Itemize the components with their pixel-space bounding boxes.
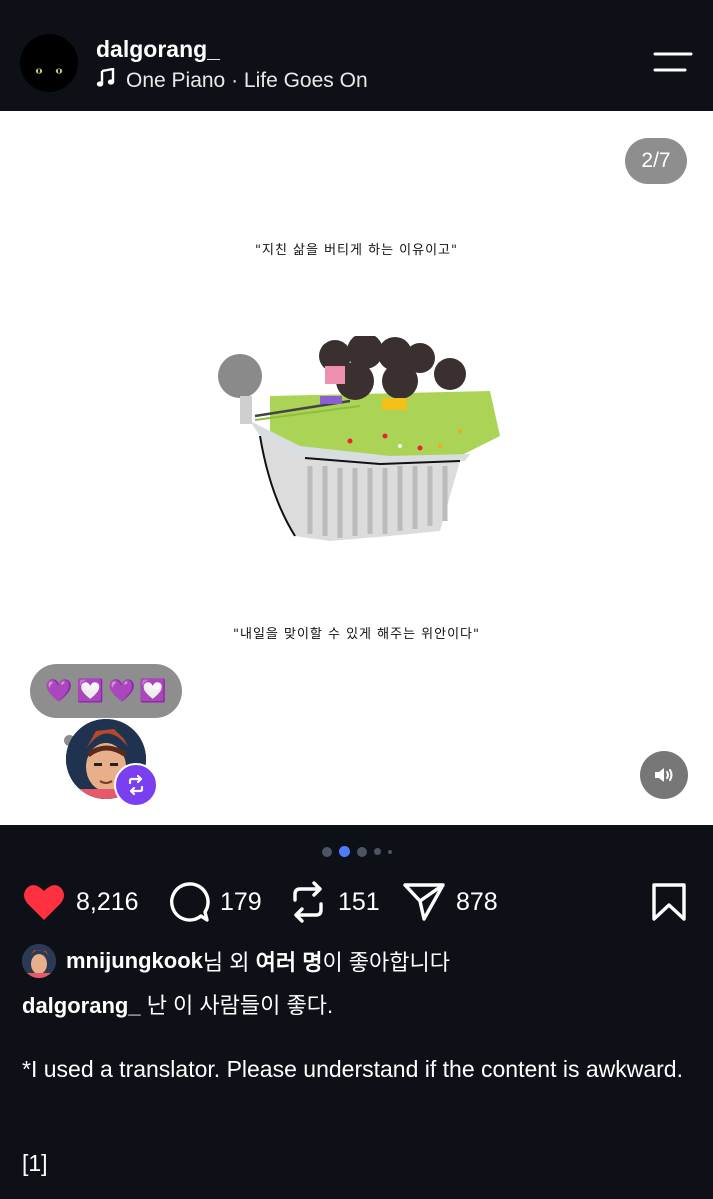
sound-toggle[interactable] [640, 751, 688, 799]
comment-icon [170, 882, 210, 922]
comment-count: 179 [220, 887, 262, 916]
carousel-dot [356, 846, 367, 857]
heart-icon [24, 885, 64, 920]
liked-by-text: 님 외 [202, 950, 256, 975]
liked-by-row[interactable]: mnijungkook 님 외 여러 명 이 좋아합니다 [22, 944, 450, 978]
post-image[interactable]: 2/7 "지친 삶을 버티게 하는 이유이고" "내일을 맞이할 수 있게 해주… [0, 111, 713, 825]
comment-button[interactable]: 179 [168, 876, 262, 928]
carousel-dot-active [338, 846, 350, 857]
share-button[interactable]: 878 [402, 876, 498, 928]
song-info[interactable]: One Piano · Life Goes On [96, 67, 368, 94]
post-header: dalgorang_ One Piano · Life Goes On [0, 0, 713, 111]
reaction-bubble: 💜 💟 💜 💟 [30, 664, 182, 718]
image-caption-top: "지친 삶을 버티게 하는 이유이고" [255, 243, 458, 258]
like-count: 8,216 [76, 887, 139, 916]
music-note-icon [96, 67, 116, 94]
bookmark-icon [652, 883, 686, 921]
carousel-dot [321, 846, 332, 857]
carousel-dot [387, 849, 392, 854]
send-icon [403, 883, 445, 921]
author-avatar[interactable] [20, 34, 78, 92]
repost-count: 151 [338, 887, 380, 916]
liked-by-avatar [22, 944, 56, 978]
repost-button[interactable]: 151 [288, 876, 380, 928]
speaker-icon [655, 768, 673, 782]
reaction-emoji: 💟 [76, 678, 104, 703]
carousel-indicator [0, 846, 713, 857]
image-caption-bottom: "내일을 맞이할 수 있게 해주는 위안이다" [233, 627, 480, 642]
action-bar: 8,216 179 151 878 [22, 876, 692, 928]
liked-by-others[interactable]: 여러 명 [256, 945, 323, 977]
reaction-emoji: 💜 [45, 678, 73, 703]
reaction-emoji: 💟 [139, 678, 167, 703]
repost-badge-icon [114, 763, 158, 807]
liked-by-user[interactable]: mnijungkook [66, 948, 203, 974]
reaction-emoji: 💜 [108, 678, 136, 703]
caption-line: dalgorang_ 난 이 사람들이 좋다. [22, 988, 333, 1020]
caption-body: *I used a translator. Please understand … [22, 1056, 683, 1082]
author-username[interactable]: dalgorang_ [96, 36, 220, 63]
repost-icon [293, 881, 323, 923]
caption-footnote: [1] [22, 1150, 48, 1176]
illustration [218, 336, 500, 541]
song-label: One Piano · Life Goes On [126, 69, 368, 92]
like-button[interactable]: 8,216 [22, 876, 139, 928]
caption-text: 난 이 사람들이 좋다. [140, 993, 334, 1018]
caption-username[interactable]: dalgorang_ [22, 993, 141, 1018]
liked-by-text-end: 이 좋아합니다 [322, 950, 451, 975]
carousel-dot [373, 848, 381, 855]
menu-icon[interactable] [653, 50, 693, 76]
share-count: 878 [456, 887, 498, 916]
image-counter: 2/7 [625, 138, 687, 184]
bookmark-button[interactable] [652, 876, 696, 928]
